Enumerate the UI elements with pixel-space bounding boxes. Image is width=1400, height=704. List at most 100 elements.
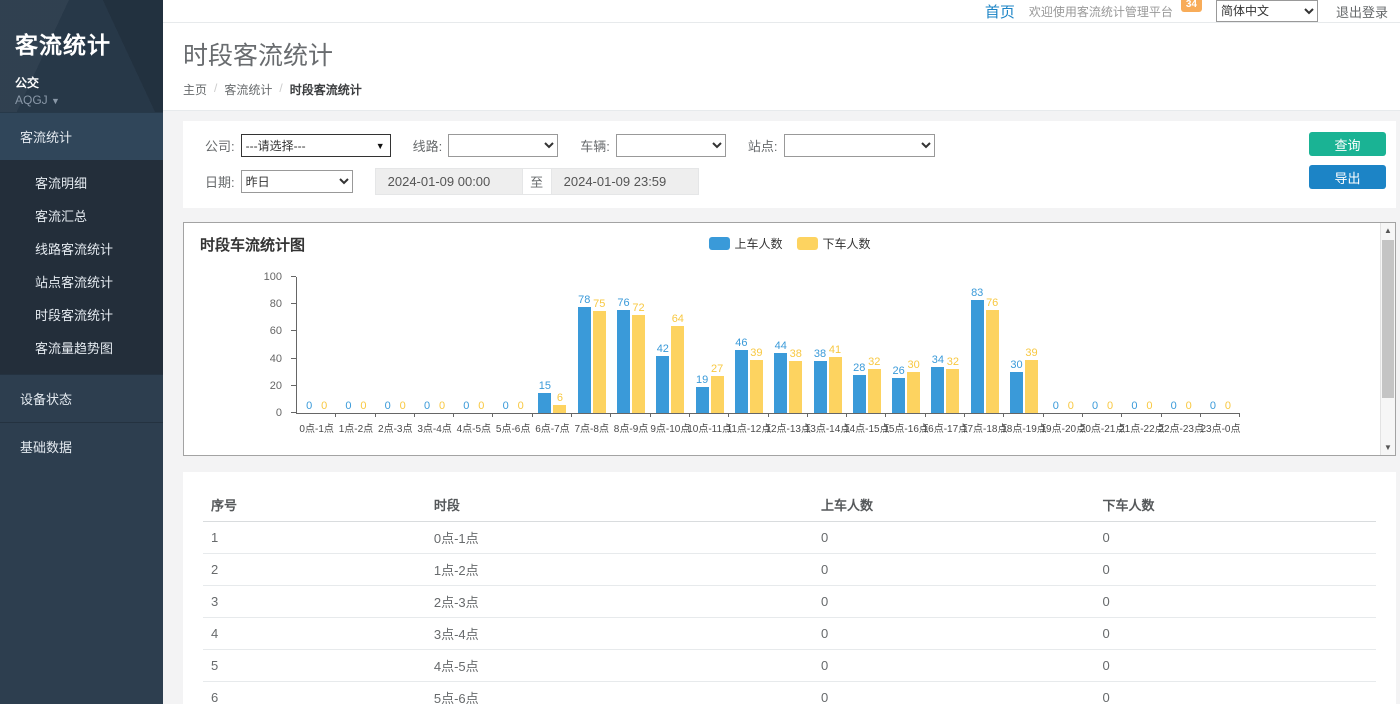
station-select[interactable] — [784, 134, 935, 157]
bar-column: 0 — [1049, 400, 1062, 413]
sidebar-item-passenger-stats[interactable]: 客流统计 — [0, 112, 163, 160]
bar[interactable] — [986, 310, 999, 413]
export-button[interactable]: 导出 — [1309, 165, 1386, 189]
bar[interactable] — [868, 369, 881, 413]
date-preset-select[interactable]: 昨日 — [241, 170, 353, 193]
bar-value-label: 27 — [711, 363, 723, 375]
chart-category: 42649点-10点 — [651, 277, 690, 435]
logout-link[interactable]: 退出登录 — [1336, 2, 1388, 21]
table-cell: 4 — [203, 618, 426, 650]
bar[interactable] — [853, 375, 866, 413]
message-count-badge[interactable]: 34 — [1181, 0, 1202, 12]
bar-value-label: 41 — [829, 344, 841, 356]
home-link[interactable]: 首页 — [985, 1, 1015, 22]
sidebar-subitem[interactable]: 站点客流统计 — [0, 265, 163, 298]
legend-swatch — [708, 237, 729, 250]
scrollbar-thumb[interactable] — [1382, 240, 1394, 398]
legend-item[interactable]: 上车人数 — [708, 235, 782, 252]
breadcrumb-item[interactable]: 时段客流统计 — [290, 81, 362, 98]
bar-value-label: 44 — [775, 340, 787, 352]
bar-value-label: 0 — [1210, 400, 1216, 412]
bar[interactable] — [907, 372, 920, 413]
bar-column: 0 — [1206, 400, 1219, 413]
bar[interactable] — [735, 350, 748, 413]
language-select[interactable]: 简体中文 — [1216, 0, 1318, 22]
bar-value-label: 0 — [360, 400, 366, 412]
bar-pair: 00 — [1167, 277, 1195, 413]
period-stats-table: 序号时段上车人数下车人数 10点-1点0021点-2点0032点-3点0043点… — [203, 488, 1376, 704]
main-area: 首页 欢迎使用客流统计管理平台 34 简体中文 退出登录 时段客流统计 主页/客… — [163, 0, 1400, 704]
bar-column: 39 — [1025, 347, 1038, 413]
bar[interactable] — [892, 378, 905, 413]
legend-swatch — [797, 237, 818, 250]
sidebar-subitem[interactable]: 线路客流统计 — [0, 232, 163, 265]
table-row: 54点-5点00 — [203, 650, 1376, 682]
scroll-up-icon[interactable]: ▲ — [1381, 223, 1395, 238]
scroll-down-icon[interactable]: ▼ — [1381, 440, 1395, 455]
bar-value-label: 38 — [790, 348, 802, 360]
date-to-input[interactable] — [551, 168, 699, 195]
bar-value-label: 0 — [1068, 400, 1074, 412]
bar[interactable] — [696, 387, 709, 413]
chart-category: 0021点-22点 — [1122, 277, 1161, 435]
bar[interactable] — [1010, 372, 1023, 413]
bar-value-label: 32 — [868, 356, 880, 368]
x-axis-tick-label: 4点-5点 — [457, 420, 491, 435]
bar-column: 26 — [892, 365, 905, 413]
table-cell: 6 — [203, 682, 426, 704]
bar[interactable] — [971, 300, 984, 413]
search-button[interactable]: 查询 — [1309, 132, 1386, 156]
sidebar-subitem[interactable]: 时段客流统计 — [0, 298, 163, 331]
bar-column: 38 — [789, 348, 802, 413]
bar-value-label: 19 — [696, 374, 708, 386]
bar[interactable] — [1025, 360, 1038, 413]
date-from-input[interactable] — [375, 168, 523, 195]
bar[interactable] — [632, 315, 645, 413]
sidebar-item-base-data[interactable]: 基础数据 — [0, 422, 163, 470]
line-select[interactable] — [448, 134, 558, 157]
table-cell: 3 — [203, 586, 426, 618]
bar-value-label: 0 — [1186, 400, 1192, 412]
breadcrumb-item[interactable]: 主页 — [183, 81, 207, 98]
breadcrumb-separator: / — [279, 81, 282, 98]
org-code-dropdown[interactable]: AQGJ ▼ — [15, 93, 163, 107]
company-select[interactable]: ---请选择--- — [241, 134, 391, 157]
bar[interactable] — [789, 361, 802, 413]
vehicle-select[interactable] — [616, 134, 726, 157]
bar[interactable] — [656, 356, 669, 413]
sidebar-subitem[interactable]: 客流量趋势图 — [0, 331, 163, 364]
bar-value-label: 0 — [1146, 400, 1152, 412]
legend-item[interactable]: 下车人数 — [797, 235, 871, 252]
x-axis-tick-label: 2点-3点 — [378, 420, 412, 435]
breadcrumb-item[interactable]: 客流统计 — [224, 81, 272, 98]
bar-column: 0 — [1089, 400, 1102, 413]
bar[interactable] — [538, 393, 551, 413]
bar[interactable] — [814, 361, 827, 413]
table-cell: 0 — [813, 554, 1095, 586]
bar[interactable] — [593, 311, 606, 413]
bar[interactable] — [750, 360, 763, 413]
bar[interactable] — [578, 307, 591, 413]
bar[interactable] — [617, 310, 630, 413]
table-cell: 0 — [813, 650, 1095, 682]
table-header-row: 序号时段上车人数下车人数 — [203, 488, 1376, 522]
bar[interactable] — [829, 357, 842, 413]
bar[interactable] — [931, 367, 944, 413]
bar[interactable] — [946, 369, 959, 413]
sidebar-subitem[interactable]: 客流明细 — [0, 166, 163, 199]
bar-column: 27 — [711, 363, 724, 413]
y-axis-tick-label: 40 — [242, 353, 282, 365]
chart-scrollbar[interactable]: ▲ ▼ — [1380, 223, 1395, 455]
chart-category: 283214点-15点 — [847, 277, 886, 435]
sidebar-subitem[interactable]: 客流汇总 — [0, 199, 163, 232]
sidebar-item-device-status[interactable]: 设备状态 — [0, 374, 163, 422]
bar-value-label: 38 — [814, 348, 826, 360]
vehicle-filter: 车辆: — [580, 134, 726, 157]
bar-pair: 00 — [460, 277, 488, 413]
bar[interactable] — [774, 353, 787, 413]
bar[interactable] — [671, 326, 684, 413]
bar[interactable] — [553, 405, 566, 413]
bar-value-label: 0 — [400, 400, 406, 412]
bar-pair: 2630 — [892, 277, 920, 413]
bar[interactable] — [711, 376, 724, 413]
